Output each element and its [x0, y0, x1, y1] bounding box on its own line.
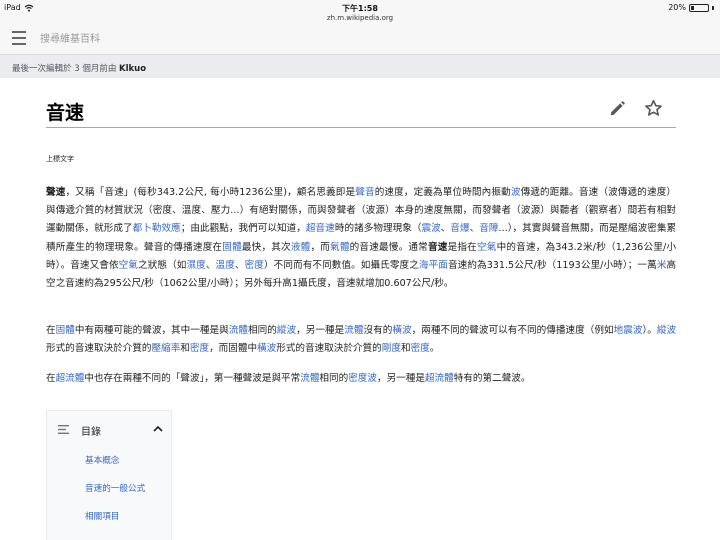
text-run: ；由此觀點，我們可以知道，	[180, 223, 306, 235]
text-run: 是指在	[447, 241, 477, 253]
article-link[interactable]: 音障	[479, 223, 498, 234]
article-link[interactable]: 溫度	[216, 260, 235, 271]
toc-item-general-formula[interactable]: 音速的一般公式	[85, 482, 145, 494]
article-link[interactable]: 海平面	[419, 260, 448, 271]
text-run: 形式的音速取決於介質的	[276, 343, 382, 355]
page-title: 音速	[46, 102, 85, 124]
text-run: ）。	[642, 325, 657, 336]
article-link[interactable]: 縱波	[277, 325, 296, 336]
article-link[interactable]: 聲音	[355, 187, 374, 198]
list-icon	[58, 425, 69, 434]
edit-pencil-icon[interactable]	[608, 100, 626, 118]
article-content: 音速 上標文字 聲速，又稱「音速」(每秒343.2公尺, 每小時1236公里)，…	[46, 78, 676, 384]
text-run: 和	[180, 343, 190, 355]
text-run: 相同的	[248, 325, 277, 336]
text-run: 、	[469, 223, 480, 235]
text-run: ，兩種不同的聲波可以有不同的傳播速度（例如	[411, 325, 614, 336]
toc-header[interactable]: 目錄	[47, 411, 173, 447]
article-link[interactable]: 空氣	[119, 260, 138, 271]
article-link[interactable]: 液體	[291, 242, 311, 253]
battery-icon	[689, 3, 709, 12]
search-input[interactable]	[40, 29, 340, 49]
text-run: ，另一種是	[376, 373, 425, 384]
article-link[interactable]: 流體	[300, 373, 319, 384]
article-link[interactable]: 超流體	[56, 373, 85, 384]
article-link[interactable]: 音爆	[450, 223, 469, 234]
text-run: 中也存在兩種不同的「聲波」，第一種聲波是與平常	[84, 373, 301, 384]
article-link[interactable]: 濕度	[186, 260, 205, 271]
text-run: ，而固體中	[209, 343, 258, 355]
last-edited-bar[interactable]: 最後一次編輯於 3 個月前由 Klkuo	[0, 54, 720, 78]
hamburger-menu-icon[interactable]	[12, 31, 26, 45]
toc-title: 目錄	[81, 427, 101, 438]
text-run: 沒有的	[363, 325, 393, 336]
text-run: 的音速最慢。通常	[349, 241, 428, 253]
last-edited-text: 最後一次編輯於 3 個月前由	[12, 64, 117, 74]
article-link[interactable]: 固體	[222, 242, 242, 253]
paragraph-intro: 聲速，又稱「音速」(每秒343.2公尺, 每小時1236公里)，顧名思義即是聲音…	[46, 184, 676, 293]
article-link[interactable]: 剛度	[382, 343, 401, 354]
text-run: 最快，其次	[241, 241, 291, 253]
bold-term: 音速	[427, 241, 448, 253]
text-run: 在	[46, 325, 56, 336]
text-run: 。	[429, 343, 440, 355]
address-url[interactable]: zh.m.wikipedia.org	[0, 14, 720, 22]
text-run: ，又稱「音速」(每秒343.2公尺, 每小時1236公里)，顧名思義即是	[65, 187, 356, 198]
text-run: 音速約為331.5公尺/秒（1193公里/小時）；一萬	[447, 259, 657, 271]
article-link[interactable]: 震波	[421, 223, 440, 234]
bold-term: 聲速	[46, 187, 66, 198]
article-link[interactable]: 密度	[190, 343, 209, 354]
battery-level	[691, 5, 695, 10]
paragraph-superfluid: 在超流體中也存在兩種不同的「聲波」，第一種聲波是與平常流體相同的密度波，另一種是…	[46, 370, 676, 388]
text-run: 的速度，定義為單位時間內振動	[374, 187, 511, 198]
text-run: 和	[400, 343, 411, 355]
text-run: ，另一種是	[296, 325, 345, 336]
article-link[interactable]: 流體	[344, 325, 363, 336]
article-link[interactable]: 波	[511, 187, 521, 198]
text-run: 時的諸多物理現象（	[334, 223, 422, 235]
text-run: 相同的	[319, 373, 349, 384]
article-link[interactable]: 氣體	[330, 242, 350, 253]
article-link[interactable]: 密度	[245, 260, 264, 271]
article-link[interactable]: 超音速	[306, 223, 335, 234]
paragraph-solids: 在固體中有兩種可能的聲波，其中一種是與流體相同的縱波，另一種是流體沒有的橫波，兩…	[46, 322, 676, 358]
text-run: 中有兩種可能的聲波，其中一種是與	[74, 325, 229, 336]
wiki-header	[0, 26, 720, 54]
toc-item-related-items[interactable]: 相關項目	[85, 510, 119, 522]
text-run: ，而	[310, 241, 331, 253]
text-run: 之狀態（如	[138, 259, 187, 271]
text-run: 特有的第二聲波。	[453, 373, 531, 384]
article-link[interactable]: 空氣	[477, 242, 497, 253]
article-link[interactable]: 縱波	[657, 325, 676, 336]
toc-item-basic-concept[interactable]: 基本概念	[85, 454, 119, 466]
battery-cap	[712, 5, 714, 10]
text-run: 在	[46, 373, 56, 384]
text-run: 、	[234, 259, 245, 271]
battery-percent: 20%	[668, 3, 686, 12]
article-link[interactable]: 橫波	[392, 325, 411, 336]
article-link[interactable]: 米	[657, 260, 667, 271]
clock: 下午1:58	[342, 4, 378, 13]
text-run: 形式的音速取決於介質的	[46, 343, 152, 355]
text-run: 、	[440, 223, 451, 235]
image-caption: 上標文字	[46, 155, 74, 163]
chevron-up-icon[interactable]	[153, 425, 163, 432]
article-link[interactable]: 橫波	[257, 343, 276, 354]
watch-star-icon[interactable]	[644, 99, 663, 118]
text-run: ）不同而有不同數值。如攝氏零度之	[263, 259, 419, 271]
status-bar: iPad 下午1:58 zh.m.wikipedia.org 20%	[0, 0, 720, 26]
title-row: 音速	[46, 78, 676, 128]
article-link[interactable]: 密度	[411, 343, 430, 354]
article-link[interactable]: 壓縮率	[152, 343, 181, 354]
table-of-contents: 目錄 基本概念 音速的一般公式 相關項目	[46, 410, 172, 540]
article-link[interactable]: 流體	[229, 325, 248, 336]
last-editor-user[interactable]: Klkuo	[119, 64, 146, 74]
article-link[interactable]: 超流體	[425, 373, 454, 384]
article-link[interactable]: 都卜勒效應	[133, 223, 181, 234]
article-link[interactable]: 地震波	[614, 325, 643, 336]
status-right: 20%	[668, 3, 714, 12]
article-link[interactable]: 密度波	[348, 373, 377, 384]
text-run: 、	[205, 259, 216, 271]
article-link[interactable]: 固體	[56, 325, 75, 336]
